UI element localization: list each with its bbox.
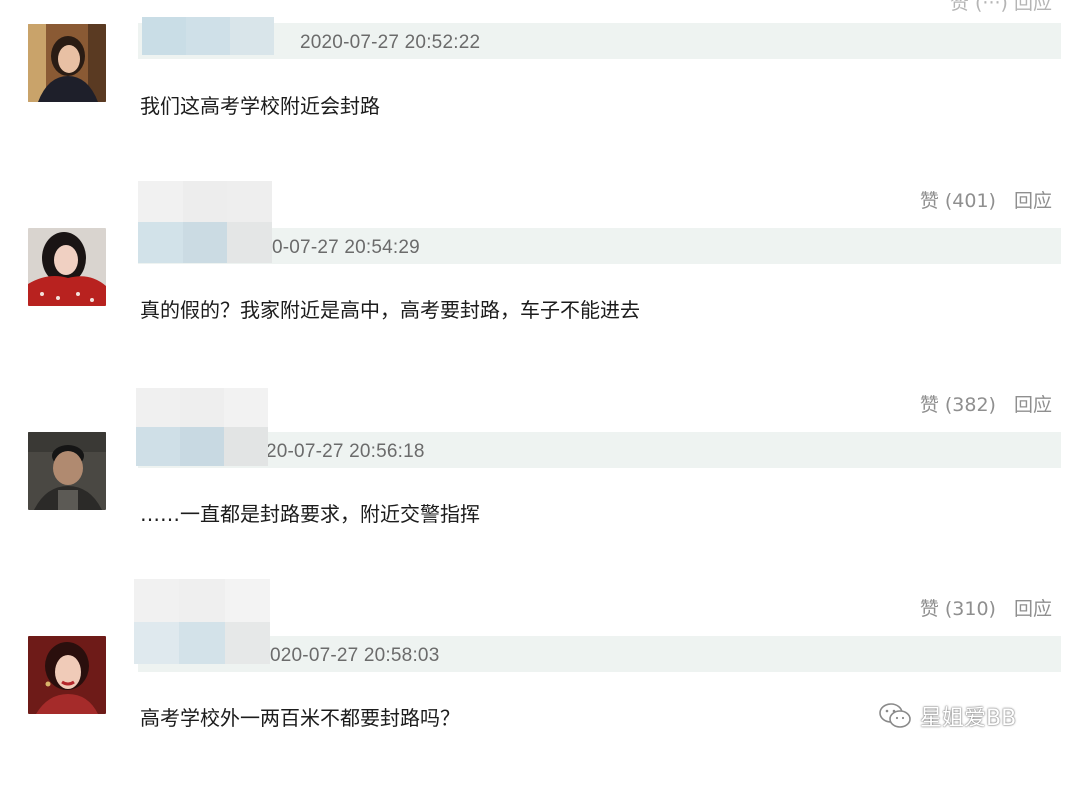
avatar[interactable] — [28, 636, 106, 714]
comment-meta-bar: 2020-07-27 20:52:22 — [138, 17, 1061, 59]
avatar[interactable] — [28, 228, 106, 306]
comment-actions: 赞 (401) 回应 — [920, 186, 1052, 213]
comment-item: 赞 (310) 回应 020-07-27 20:58:03 高考学校外一两百米不都… — [0, 579, 1080, 792]
comment-date: 020-07-27 20:58:03 — [270, 645, 440, 666]
watermark-text: 星姐爱BB — [920, 706, 1017, 731]
like-button[interactable]: 赞 (382) — [920, 394, 996, 416]
reply-button[interactable]: 回应 — [1014, 190, 1052, 212]
avatar[interactable] — [28, 24, 106, 102]
comment-date: 2020-07-27 20:52:22 — [300, 32, 481, 53]
comment-item: 2020-07-27 20:52:22 我们这高考学校附近会封路 — [0, 0, 1080, 204]
comment-item: 赞 (382) 回应 20-07-27 20:56:18 ……一直都是封路要求，附… — [0, 384, 1080, 588]
comment-text: ……一直都是封路要求，附近交警指挥 — [140, 502, 480, 526]
comment-text: 真的假的？我家附近是高中，高考要封路，车子不能进去 — [140, 298, 640, 322]
comment-date: 20-07-27 20:56:18 — [266, 441, 425, 462]
comment-date: 0-07-27 20:54:29 — [272, 237, 420, 258]
comment-text: 高考学校外一两百米不都要封路吗？ — [140, 706, 460, 730]
username-blur — [136, 388, 268, 466]
like-button[interactable]: 赞 (310) — [920, 598, 996, 620]
wechat-icon — [879, 703, 911, 728]
watermark: 星姐爱BB — [878, 700, 1016, 732]
username-blur — [138, 181, 272, 263]
comment-actions: 赞 (382) 回应 — [920, 390, 1052, 417]
avatar[interactable] — [28, 432, 106, 510]
username-blur — [142, 17, 274, 55]
comment-meta-bar: 020-07-27 20:58:03 — [138, 636, 1061, 672]
comment-meta-bar: 20-07-27 20:56:18 — [138, 432, 1061, 468]
reply-button[interactable]: 回应 — [1014, 394, 1052, 416]
comment-item: 赞 (401) 回应 0-07-27 20:54:29 真的假的？我家附近是高中，… — [0, 180, 1080, 384]
comment-actions: 赞 (310) 回应 — [920, 594, 1052, 621]
like-button[interactable]: 赞 (401) — [920, 190, 996, 212]
comment-text: 我们这高考学校附近会封路 — [140, 94, 380, 118]
username-blur — [134, 579, 270, 664]
reply-button[interactable]: 回应 — [1014, 598, 1052, 620]
comment-meta-bar: 0-07-27 20:54:29 — [138, 228, 1061, 264]
